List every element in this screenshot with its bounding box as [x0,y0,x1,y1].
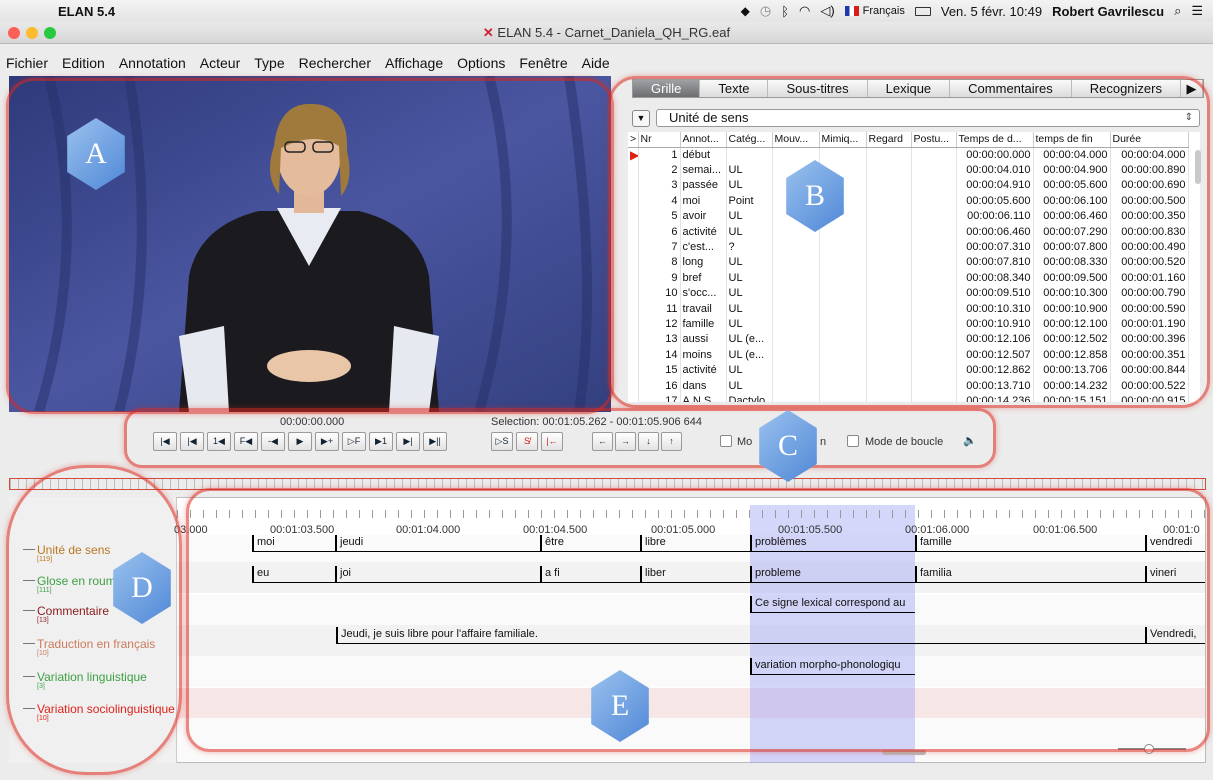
menu-aide[interactable]: Aide [582,55,610,71]
user-name[interactable]: Robert Gavrilescu [1052,4,1164,19]
menu-options[interactable]: Options [457,55,505,71]
highlight-region-c [124,408,996,468]
notification-center-icon[interactable]: ☰ [1191,3,1203,19]
wifi-icon[interactable]: ◠ [799,3,810,19]
clock[interactable]: Ven. 5 févr. 10:49 [941,4,1042,19]
highlight-region-d [6,465,182,775]
language-selector[interactable]: Français [844,5,905,17]
battery-icon[interactable] [914,6,931,16]
minimize-button[interactable] [26,27,38,39]
volume-menubar-icon[interactable]: ◁) [820,3,834,19]
zoom-button[interactable] [44,27,56,39]
menu-acteur[interactable]: Acteur [200,55,240,71]
app-name[interactable]: ELAN 5.4 [58,4,115,19]
menu-fichier[interactable]: Fichier [6,55,48,71]
close-button[interactable] [8,27,20,39]
window-titlebar: ✕ ELAN 5.4 - Carnet_Daniela_QH_RG.eaf [0,22,1213,44]
spotlight-icon[interactable]: ⌕ [1174,3,1181,19]
elan-icon: ✕ [482,25,494,40]
timemachine-icon[interactable]: ◷ [760,3,771,19]
bluetooth-icon[interactable]: ᛒ [781,4,789,19]
menu-edition[interactable]: Edition [62,55,105,71]
status-area: ◆ ◷ ᛒ ◠ ◁) Français Ven. 5 févr. 10:49 R… [741,0,1203,22]
menu-rechercher[interactable]: Rechercher [299,55,371,71]
menu-annotation[interactable]: Annotation [119,55,186,71]
highlight-region-e [186,488,1210,752]
france-flag-icon [844,6,859,17]
menu-affichage[interactable]: Affichage [385,55,443,71]
dropbox-icon[interactable]: ◆ [741,4,750,18]
highlight-region-b [608,76,1210,408]
app-menubar: Fichier Edition Annotation Acteur Type R… [0,53,1213,73]
menu-fenetre[interactable]: Fenêtre [519,55,567,71]
window-title: ELAN 5.4 - Carnet_Daniela_QH_RG.eaf [497,25,731,40]
mac-menubar: ELAN 5.4 ◆ ◷ ᛒ ◠ ◁) Français Ven. 5 févr… [0,0,1213,22]
menu-type[interactable]: Type [254,55,284,71]
